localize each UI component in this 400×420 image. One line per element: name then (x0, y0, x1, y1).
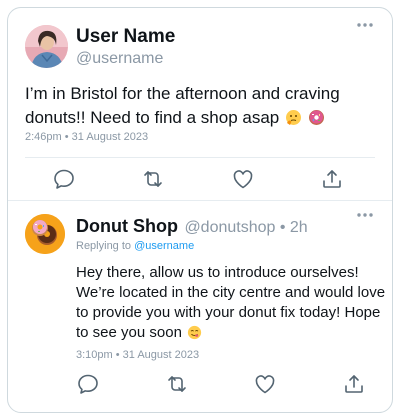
user-avatar[interactable] (25, 25, 68, 68)
share-icon[interactable] (320, 167, 344, 191)
retweet-icon[interactable] (141, 167, 165, 191)
face-savoring-food-icon (187, 325, 202, 340)
replying-to: Replying to @username (76, 240, 194, 252)
divider (25, 157, 375, 158)
reply-actions (8, 372, 392, 396)
reply-icon[interactable] (52, 167, 76, 191)
donut-shop-avatar[interactable] (25, 214, 65, 254)
reply-text: Hey there, allow us to introduce ourselv… (76, 263, 386, 343)
reply-timestamp[interactable]: 3:10pm • 31 August 2023 (76, 349, 199, 361)
tweet-text: I’m in Bristol for the afternoon and cra… (25, 82, 380, 130)
doughnut-icon (308, 109, 325, 126)
thread-divider (8, 200, 392, 201)
reply-text-content: Hey there, allow us to introduce ourselv… (76, 264, 386, 341)
reply-header: Donut Shop @donutshop • 2h (76, 216, 308, 237)
mention-link[interactable]: @username (134, 240, 194, 252)
thinking-face-icon (285, 109, 302, 126)
tweet-timestamp[interactable]: 2:46pm • 31 August 2023 (25, 131, 148, 143)
more-options-icon[interactable] (356, 212, 374, 218)
replying-to-label: Replying to (76, 240, 132, 252)
tweet-thread-card: User Name @username I’m in Bristol for t… (7, 7, 393, 413)
author-handle[interactable]: @username (76, 50, 163, 68)
more-options-icon[interactable] (356, 22, 374, 28)
author-name[interactable]: Donut Shop (76, 216, 178, 236)
like-icon[interactable] (253, 372, 277, 396)
author-handle-time[interactable]: @donutshop • 2h (184, 219, 307, 236)
like-icon[interactable] (231, 167, 255, 191)
retweet-icon[interactable] (165, 372, 189, 396)
tweet-actions (8, 167, 392, 191)
share-icon[interactable] (342, 372, 366, 396)
reply-icon[interactable] (76, 372, 100, 396)
author-name[interactable]: User Name (76, 26, 175, 48)
